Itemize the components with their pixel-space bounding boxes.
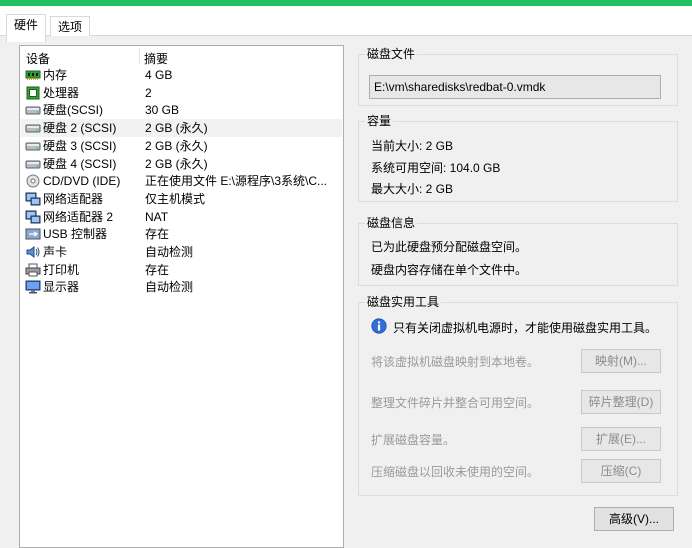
compact-description: 压缩磁盘以回收未使用的空间。 xyxy=(371,465,540,479)
device-row[interactable]: 硬盘 3 (SCSI) 2 GB (永久) xyxy=(21,137,342,155)
cd-icon xyxy=(25,174,41,188)
tab-hardware[interactable]: 硬件 xyxy=(6,14,47,42)
device-name: 硬盘 4 (SCSI) xyxy=(43,156,117,171)
monitor-icon xyxy=(25,280,41,294)
device-name: 内存 xyxy=(43,68,68,82)
memory-icon xyxy=(25,68,41,82)
max-size-text: 最大大小: 2 GB xyxy=(371,182,454,196)
device-row[interactable]: 声卡 自动检测 xyxy=(21,243,342,261)
available-space-text: 系统可用空间: 104.0 GB xyxy=(371,161,501,175)
device-summary: 2 xyxy=(145,85,152,100)
device-summary: 2 GB (永久) xyxy=(145,156,208,171)
expand-button[interactable]: 扩展(E)... xyxy=(581,427,661,451)
device-summary: 存在 xyxy=(145,262,170,277)
network-icon xyxy=(25,210,41,224)
utilities-notice: 只有关闭虚拟机电源时，才能使用磁盘实用工具。 xyxy=(393,321,658,335)
disk-info-line1: 已为此硬盘预分配磁盘空间。 xyxy=(371,240,528,254)
device-row[interactable]: 硬盘(SCSI) 30 GB xyxy=(21,101,342,119)
device-row[interactable]: 网络适配器 2 NAT xyxy=(21,208,342,226)
device-summary: 自动检测 xyxy=(145,280,194,295)
disk-info-line2: 硬盘内容存储在单个文件中。 xyxy=(371,263,528,277)
current-size-text: 当前大小: 2 GB xyxy=(371,139,454,153)
usb-icon xyxy=(25,227,41,241)
device-name: 网络适配器 2 xyxy=(43,209,114,224)
disk-icon xyxy=(25,139,41,153)
device-name: 处理器 xyxy=(43,85,80,100)
device-name: 打印机 xyxy=(43,262,80,277)
column-header-summary[interactable]: 摘要 xyxy=(144,50,168,67)
capacity-group-title: 容量 xyxy=(365,114,394,128)
device-row[interactable]: 硬盘 4 (SCSI) 2 GB (永久) xyxy=(21,155,342,173)
device-summary: NAT xyxy=(145,209,169,224)
device-name: 硬盘 2 (SCSI) xyxy=(43,121,117,136)
device-summary: 存在 xyxy=(145,227,170,242)
device-summary: 30 GB xyxy=(145,103,180,118)
printer-icon xyxy=(25,263,41,277)
device-name: 硬盘 3 (SCSI) xyxy=(43,138,117,153)
defrag-button[interactable]: 碎片整理(D) xyxy=(581,390,661,414)
device-summary: 2 GB (永久) xyxy=(145,121,208,136)
device-row[interactable]: CD/DVD (IDE) 正在使用文件 E:\源程序\3系统\C... xyxy=(21,172,342,190)
network-icon xyxy=(25,192,41,206)
map-description: 将该虚拟机磁盘映射到本地卷。 xyxy=(371,355,540,369)
advanced-button[interactable]: 高级(V)... xyxy=(594,507,674,531)
device-name: CD/DVD (IDE) xyxy=(43,174,121,189)
device-row[interactable]: 硬盘 2 (SCSI) 2 GB (永久) xyxy=(21,119,342,138)
tab-hardware-label: 硬件 xyxy=(14,18,39,32)
disk-icon xyxy=(25,103,41,117)
device-row[interactable]: 打印机 存在 xyxy=(21,261,342,279)
device-list-header: 设备 摘要 xyxy=(20,46,343,66)
device-row[interactable]: USB 控制器 存在 xyxy=(21,225,342,243)
info-icon xyxy=(371,318,387,334)
device-summary: 2 GB (永久) xyxy=(145,138,208,153)
device-summary: 仅主机模式 xyxy=(145,191,206,206)
hardware-page: 设备 摘要 内存 4 GB 处理器 2 硬盘(SCSI) 30 GB 硬盘 2 (SCSI)… xyxy=(0,36,692,548)
map-button[interactable]: 映射(M)... xyxy=(581,349,661,373)
device-row[interactable]: 网络适配器 仅主机模式 xyxy=(21,190,342,208)
column-header-device[interactable]: 设备 xyxy=(26,50,50,67)
disk-info-group: 磁盘信息 已为此硬盘预分配磁盘空间。 硬盘内容存储在单个文件中。 xyxy=(358,216,678,286)
disk-file-group: 磁盘文件 E:\vm\sharedisks\redbat-0.vmdk xyxy=(358,47,678,106)
column-separator xyxy=(139,48,140,64)
tab-options-label: 选项 xyxy=(58,20,83,34)
device-name: 网络适配器 xyxy=(43,191,104,206)
compact-button[interactable]: 压缩(C) xyxy=(581,459,661,483)
disk-utilities-group: 磁盘实用工具 只有关闭虚拟机电源时，才能使用磁盘实用工具。 将该虚拟机磁盘映射到… xyxy=(358,295,678,496)
capacity-group: 容量 当前大小: 2 GB 系统可用空间: 104.0 GB 最大大小: 2 G… xyxy=(358,114,678,202)
device-summary: 4 GB xyxy=(145,68,173,82)
device-name: 硬盘(SCSI) xyxy=(43,103,104,118)
tab-strip: 硬件 选项 xyxy=(0,6,692,42)
disk-file-group-title: 磁盘文件 xyxy=(365,47,418,61)
device-list[interactable]: 设备 摘要 内存 4 GB 处理器 2 硬盘(SCSI) 30 GB 硬盘 2 (SCSI)… xyxy=(19,45,344,548)
device-name: 声卡 xyxy=(43,245,68,259)
defrag-description: 整理文件碎片并整合可用空间。 xyxy=(371,396,540,410)
disk-file-path-field[interactable]: E:\vm\sharedisks\redbat-0.vmdk xyxy=(369,75,661,99)
expand-description: 扩展磁盘容量。 xyxy=(371,433,456,447)
device-summary: 正在使用文件 E:\源程序\3系统\C... xyxy=(145,174,328,189)
device-summary: 自动检测 xyxy=(145,245,194,259)
device-name: 显示器 xyxy=(43,280,80,295)
speaker-icon xyxy=(25,245,41,259)
disk-utilities-group-title: 磁盘实用工具 xyxy=(365,295,442,309)
disk-icon xyxy=(25,157,41,171)
device-row[interactable]: 处理器 2 xyxy=(21,84,342,102)
device-row[interactable]: 显示器 自动检测 xyxy=(21,278,342,296)
device-row[interactable]: 内存 4 GB xyxy=(21,66,342,84)
cpu-icon xyxy=(25,86,41,100)
device-name: USB 控制器 xyxy=(43,227,108,242)
disk-icon xyxy=(25,121,41,135)
disk-info-group-title: 磁盘信息 xyxy=(365,216,418,230)
